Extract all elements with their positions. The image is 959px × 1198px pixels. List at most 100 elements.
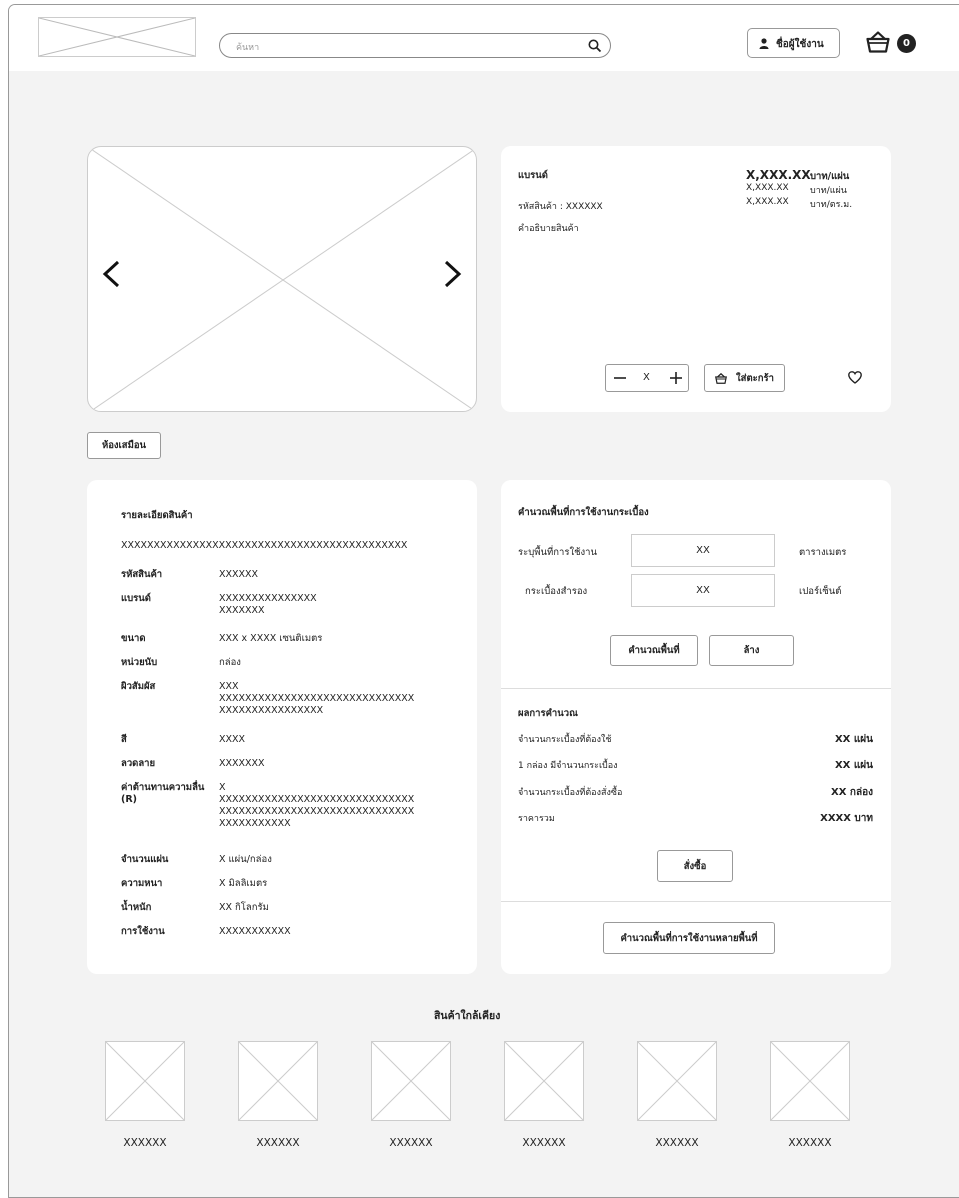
calculator-title: คำนวณพื้นที่การใช้งานกระเบื้อง <box>518 507 649 518</box>
spec-label: แบรนด์ <box>121 593 151 604</box>
similar-product-item[interactable]: XXXXXX <box>637 1041 717 1161</box>
area-label: ระบุพื้นที่การใช้งาน <box>518 547 597 558</box>
multi-area-calculate-button[interactable]: คำนวณพื้นที่การใช้งานหลายพื้นที่ <box>603 922 775 954</box>
product-image-placeholder[interactable] <box>238 1041 318 1121</box>
spec-value: XXX x XXXX เซนติเมตร <box>219 633 323 644</box>
cart-button[interactable]: 0 <box>866 29 921 57</box>
user-icon <box>759 38 769 49</box>
result-value: XX แผ่น <box>834 760 873 771</box>
details-title: รายละเอียดสินค้า <box>121 510 193 521</box>
spec-label: รหัสสินค้า <box>121 569 163 580</box>
product-info-card: แบรนด์ รหัสสินค้า : XXXXXX คำอธิบายสินค้… <box>501 146 891 412</box>
virtual-room-label: ห้องเสมือน <box>101 440 147 451</box>
product-image-placeholder[interactable] <box>371 1041 451 1121</box>
price-value-secondary: X,XXX.XX <box>746 183 789 193</box>
result-value: XXXX บาท <box>820 813 873 824</box>
minus-icon[interactable] <box>613 371 627 385</box>
spare-label: กระเบื้องสำรอง <box>525 586 588 597</box>
result-label: ราคารวม <box>518 814 555 824</box>
similar-product-item[interactable]: XXXXXX <box>105 1041 185 1161</box>
similar-product-name[interactable]: XXXXXX <box>371 1137 451 1149</box>
spec-value: X มิลลิเมตร <box>219 878 268 889</box>
similar-product-item[interactable]: XXXXXX <box>770 1041 850 1161</box>
area-value: XX <box>696 545 710 556</box>
spare-value: XX <box>696 585 710 596</box>
product-description: คำอธิบายสินค้า <box>518 224 579 234</box>
spec-value: XXXXXXXXXXX <box>219 926 291 937</box>
product-image-placeholder[interactable] <box>105 1041 185 1121</box>
product-code: รหัสสินค้า : XXXXXX <box>518 202 603 212</box>
similar-product-name[interactable]: XXXXXX <box>637 1137 717 1149</box>
details-summary: XXXXXXXXXXXXXXXXXXXXXXXXXXXXXXXXXXXXXXXX… <box>121 540 408 551</box>
spec-label: น้ำหนัก <box>121 902 152 913</box>
similar-product-name[interactable]: XXXXXX <box>504 1137 584 1149</box>
product-image-placeholder[interactable] <box>770 1041 850 1121</box>
plus-icon[interactable] <box>669 371 683 385</box>
spec-value: XXXXXXXXXXXXXXX XXXXXXX <box>219 593 317 616</box>
spec-value: X XXXXXXXXXXXXXXXXXXXXXXXXXXXXXX XXXXXXX… <box>219 782 415 829</box>
spec-value: XX กิโลกรัม <box>219 902 269 913</box>
clear-button[interactable]: ล้าง <box>709 635 794 666</box>
logo-placeholder[interactable] <box>38 17 196 57</box>
similar-product-name[interactable]: XXXXXX <box>238 1137 318 1149</box>
spec-label: การใช้งาน <box>121 926 165 937</box>
price-unit-primary: บาท/แผ่น <box>810 171 850 182</box>
product-details-card: รายละเอียดสินค้า XXXXXXXXXXXXXXXXXXXXXXX… <box>87 480 477 974</box>
spare-unit: เปอร์เซ็นต์ <box>799 586 842 597</box>
spec-label: หน่วยนับ <box>121 657 158 668</box>
area-input[interactable]: XX <box>631 534 775 567</box>
quantity-stepper: X <box>605 364 689 392</box>
multi-area-calculate-label: คำนวณพื้นที่การใช้งานหลายพื้นที่ <box>620 932 758 944</box>
price-unit-secondary: บาท/แผ่น <box>810 186 847 196</box>
spec-value: XXXX <box>219 734 246 745</box>
similar-product-name[interactable]: XXXXXX <box>770 1137 850 1149</box>
search-input[interactable]: ค้นหา <box>219 33 611 58</box>
basket-icon <box>715 372 728 384</box>
cart-count: 0 <box>903 38 910 49</box>
spec-label: ผิวสัมผัส <box>121 681 156 692</box>
product-image-placeholder[interactable] <box>504 1041 584 1121</box>
product-image-placeholder <box>88 147 476 411</box>
user-button[interactable]: ชื่อผู้ใช้งาน <box>747 28 840 58</box>
cart-count-badge: 0 <box>897 34 916 53</box>
chevron-right-icon[interactable] <box>443 260 463 288</box>
heart-icon[interactable] <box>848 371 862 384</box>
divider <box>501 688 891 689</box>
spec-value: XXXXXX <box>219 569 259 580</box>
similar-product-item[interactable]: XXXXXX <box>504 1041 584 1161</box>
spec-value: XXX XXXXXXXXXXXXXXXXXXXXXXXXXXXXXX XXXXX… <box>219 681 415 716</box>
result-label: 1 กล่อง มีจำนวนกระเบื้อง <box>518 761 618 771</box>
calculate-area-label: คำนวณพื้นที่ <box>628 645 680 656</box>
chevron-left-icon[interactable] <box>101 260 121 288</box>
similar-product-name[interactable]: XXXXXX <box>105 1137 185 1149</box>
page-frame: ค้นหา ชื่อผู้ใช้งาน 0 แบรนด์ รหัสสินค้า … <box>8 4 959 1198</box>
calculate-area-button[interactable]: คำนวณพื้นที่ <box>610 635 698 666</box>
virtual-room-button[interactable]: ห้องเสมือน <box>87 432 161 459</box>
similar-product-item[interactable]: XXXXXX <box>371 1041 451 1161</box>
spare-input[interactable]: XX <box>631 574 775 607</box>
add-to-cart-button[interactable]: ใส่ตะกร้า <box>704 364 785 392</box>
search-icon[interactable] <box>588 39 602 53</box>
basket-icon <box>866 31 890 53</box>
divider <box>501 901 891 902</box>
order-label: สั่งซื้อ <box>683 860 707 872</box>
spec-label: ลวดลาย <box>121 758 156 769</box>
search-placeholder: ค้นหา <box>236 43 260 53</box>
price-value-sqm: X,XXX.XX <box>746 197 789 207</box>
add-to-cart-label: ใส่ตะกร้า <box>736 372 774 384</box>
product-image-placeholder[interactable] <box>637 1041 717 1121</box>
spec-label: สี <box>121 734 127 745</box>
user-label: ชื่อผู้ใช้งาน <box>776 39 824 50</box>
spec-label: ขนาด <box>121 633 146 644</box>
quantity-value[interactable]: X <box>643 372 650 383</box>
price-unit-sqm: บาท/ตร.ม. <box>810 200 853 210</box>
area-calculator-card: คำนวณพื้นที่การใช้งานกระเบื้อง ระบุพื้นท… <box>501 480 891 974</box>
price-value-primary: X,XXX.XX <box>746 168 811 182</box>
product-brand: แบรนด์ <box>518 170 548 181</box>
similar-products-title: สินค้าใกล้เคียง <box>434 1010 501 1022</box>
spec-value: X แผ่น/กล่อง <box>219 854 272 865</box>
result-value: XX แผ่น <box>834 734 873 745</box>
clear-label: ล้าง <box>743 645 760 656</box>
order-button[interactable]: สั่งซื้อ <box>657 850 733 882</box>
similar-product-item[interactable]: XXXXXX <box>238 1041 318 1161</box>
